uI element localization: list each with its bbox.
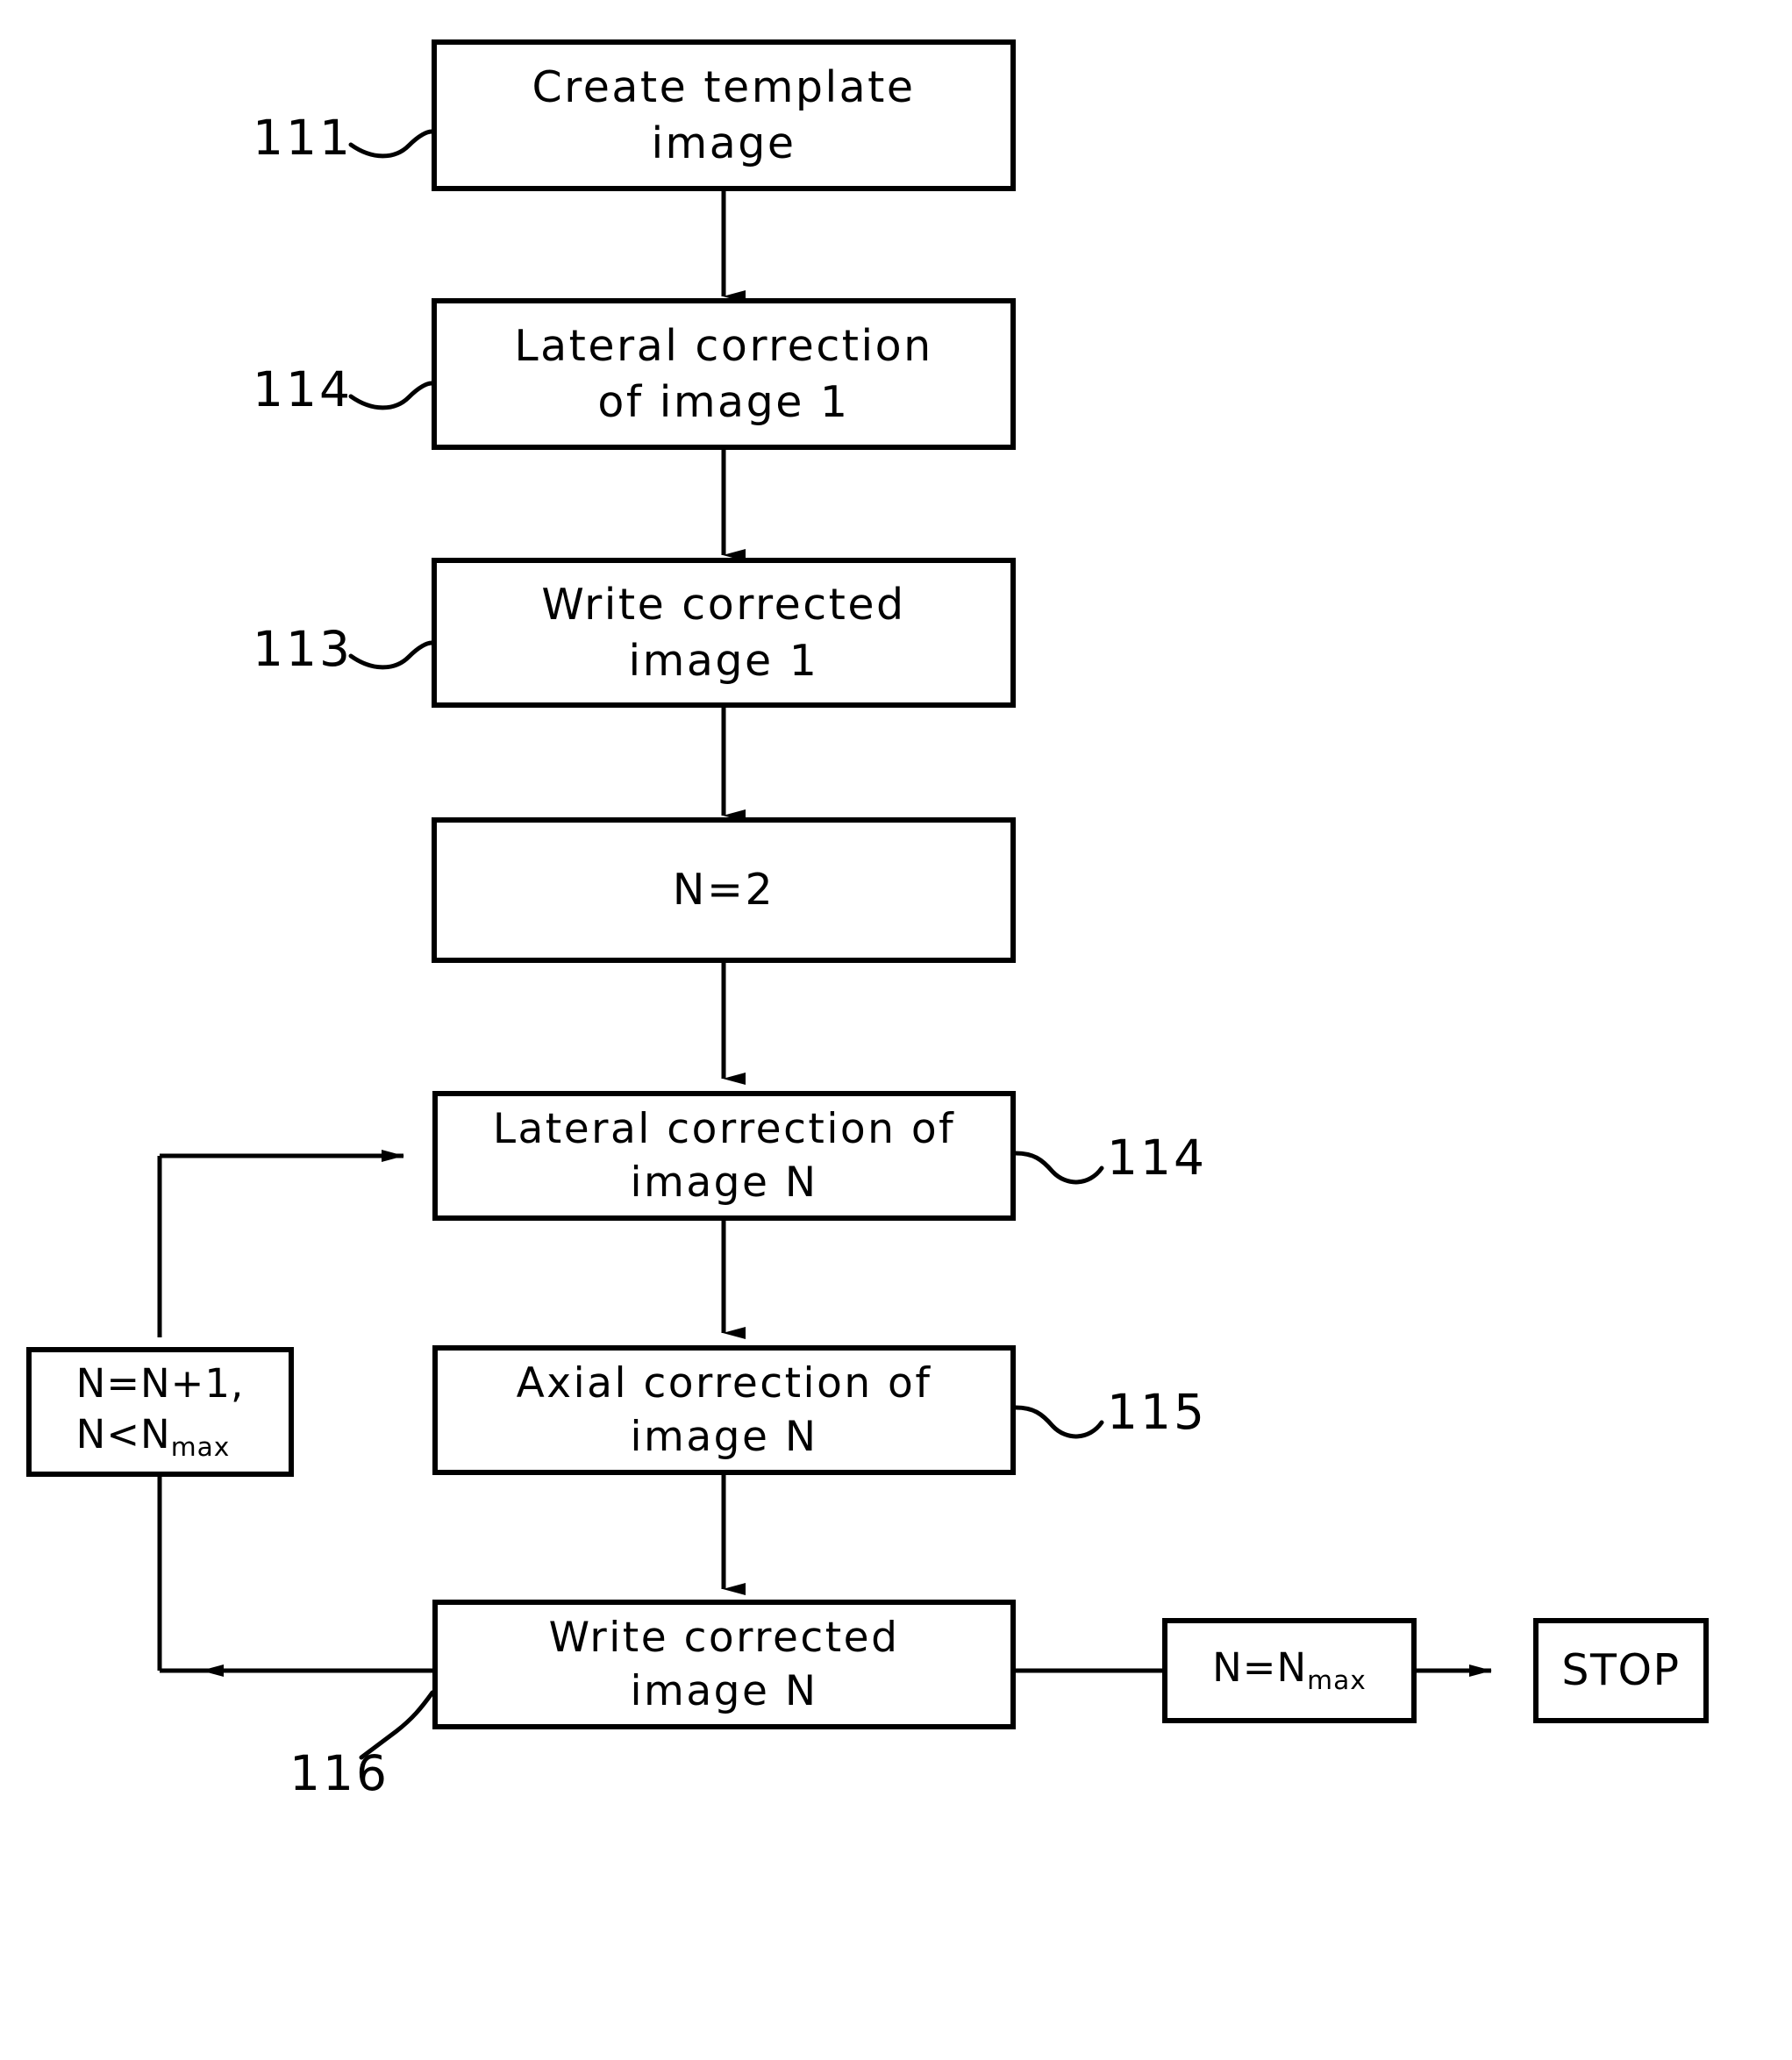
box-increment-n[interactable]: N=N+1, N<Nmax [26, 1347, 294, 1477]
box-stop[interactable]: STOP [1533, 1618, 1709, 1723]
box-set-n-equals-2[interactable]: N=2 [432, 817, 1016, 963]
box-n-equals-nmax[interactable]: N=Nmax [1162, 1618, 1417, 1723]
box-lateral-correction-image-1-line1: Lateral correction [514, 320, 933, 371]
box-stop-label: STOP [1561, 1645, 1681, 1696]
leader-111 [348, 129, 434, 159]
box-write-corrected-image-n-line1: Write corrected [548, 1613, 900, 1662]
box-lateral-correction-image-n[interactable]: Lateral correction of image N [432, 1091, 1016, 1221]
reference-numeral-114-right: 114 [1107, 1130, 1207, 1186]
box-write-corrected-image-1-line2: image 1 [628, 635, 819, 686]
box-write-corrected-image-1[interactable]: Write corrected image 1 [432, 558, 1016, 708]
box-write-corrected-image-n-line2: image N [630, 1667, 818, 1715]
leader-114b [1013, 1151, 1104, 1185]
box-create-template-image-line2: image [651, 118, 796, 168]
box-write-corrected-image-n[interactable]: Write corrected image N [432, 1600, 1016, 1729]
box-set-n-equals-2-line1: N=2 [672, 865, 775, 916]
box-n-equals-nmax-subscript-max: max [1307, 1665, 1367, 1697]
box-n-equals-nmax-line1: N=Nmax [1212, 1643, 1367, 1699]
leader-113 [348, 640, 434, 670]
box-create-template-image[interactable]: Create template image [432, 39, 1016, 191]
leader-115 [1013, 1405, 1104, 1439]
box-increment-n-subscript-max: max [170, 1432, 231, 1464]
box-axial-correction-image-n[interactable]: Axial correction of image N [432, 1345, 1016, 1475]
box-lateral-correction-image-1[interactable]: Lateral correction of image 1 [432, 298, 1016, 450]
box-n-equals-nmax-base: N=N [1212, 1644, 1308, 1692]
box-lateral-correction-image-n-line1: Lateral correction of [492, 1104, 956, 1153]
box-increment-n-line2-base: N<N [75, 1411, 171, 1458]
figure-canvas: Create template image 111 Lateral correc… [0, 0, 1792, 2060]
box-increment-n-line2: N<Nmax [76, 1409, 245, 1465]
reference-numeral-115: 115 [1107, 1384, 1207, 1440]
box-lateral-correction-image-n-line2: image N [630, 1158, 818, 1207]
box-axial-correction-image-n-line2: image N [630, 1413, 818, 1461]
reference-numeral-111: 111 [253, 110, 353, 166]
reference-numeral-116: 116 [289, 1745, 389, 1801]
leader-114a [348, 381, 434, 410]
box-write-corrected-image-1-line1: Write corrected [541, 579, 906, 630]
reference-numeral-114-left: 114 [253, 361, 353, 417]
box-increment-n-line1: N=N+1, [75, 1359, 245, 1407]
box-lateral-correction-image-1-line2: of image 1 [597, 376, 850, 427]
box-create-template-image-line1: Create template [532, 61, 916, 112]
box-axial-correction-image-n-line1: Axial correction of [516, 1358, 932, 1408]
reference-numeral-113: 113 [253, 621, 353, 677]
